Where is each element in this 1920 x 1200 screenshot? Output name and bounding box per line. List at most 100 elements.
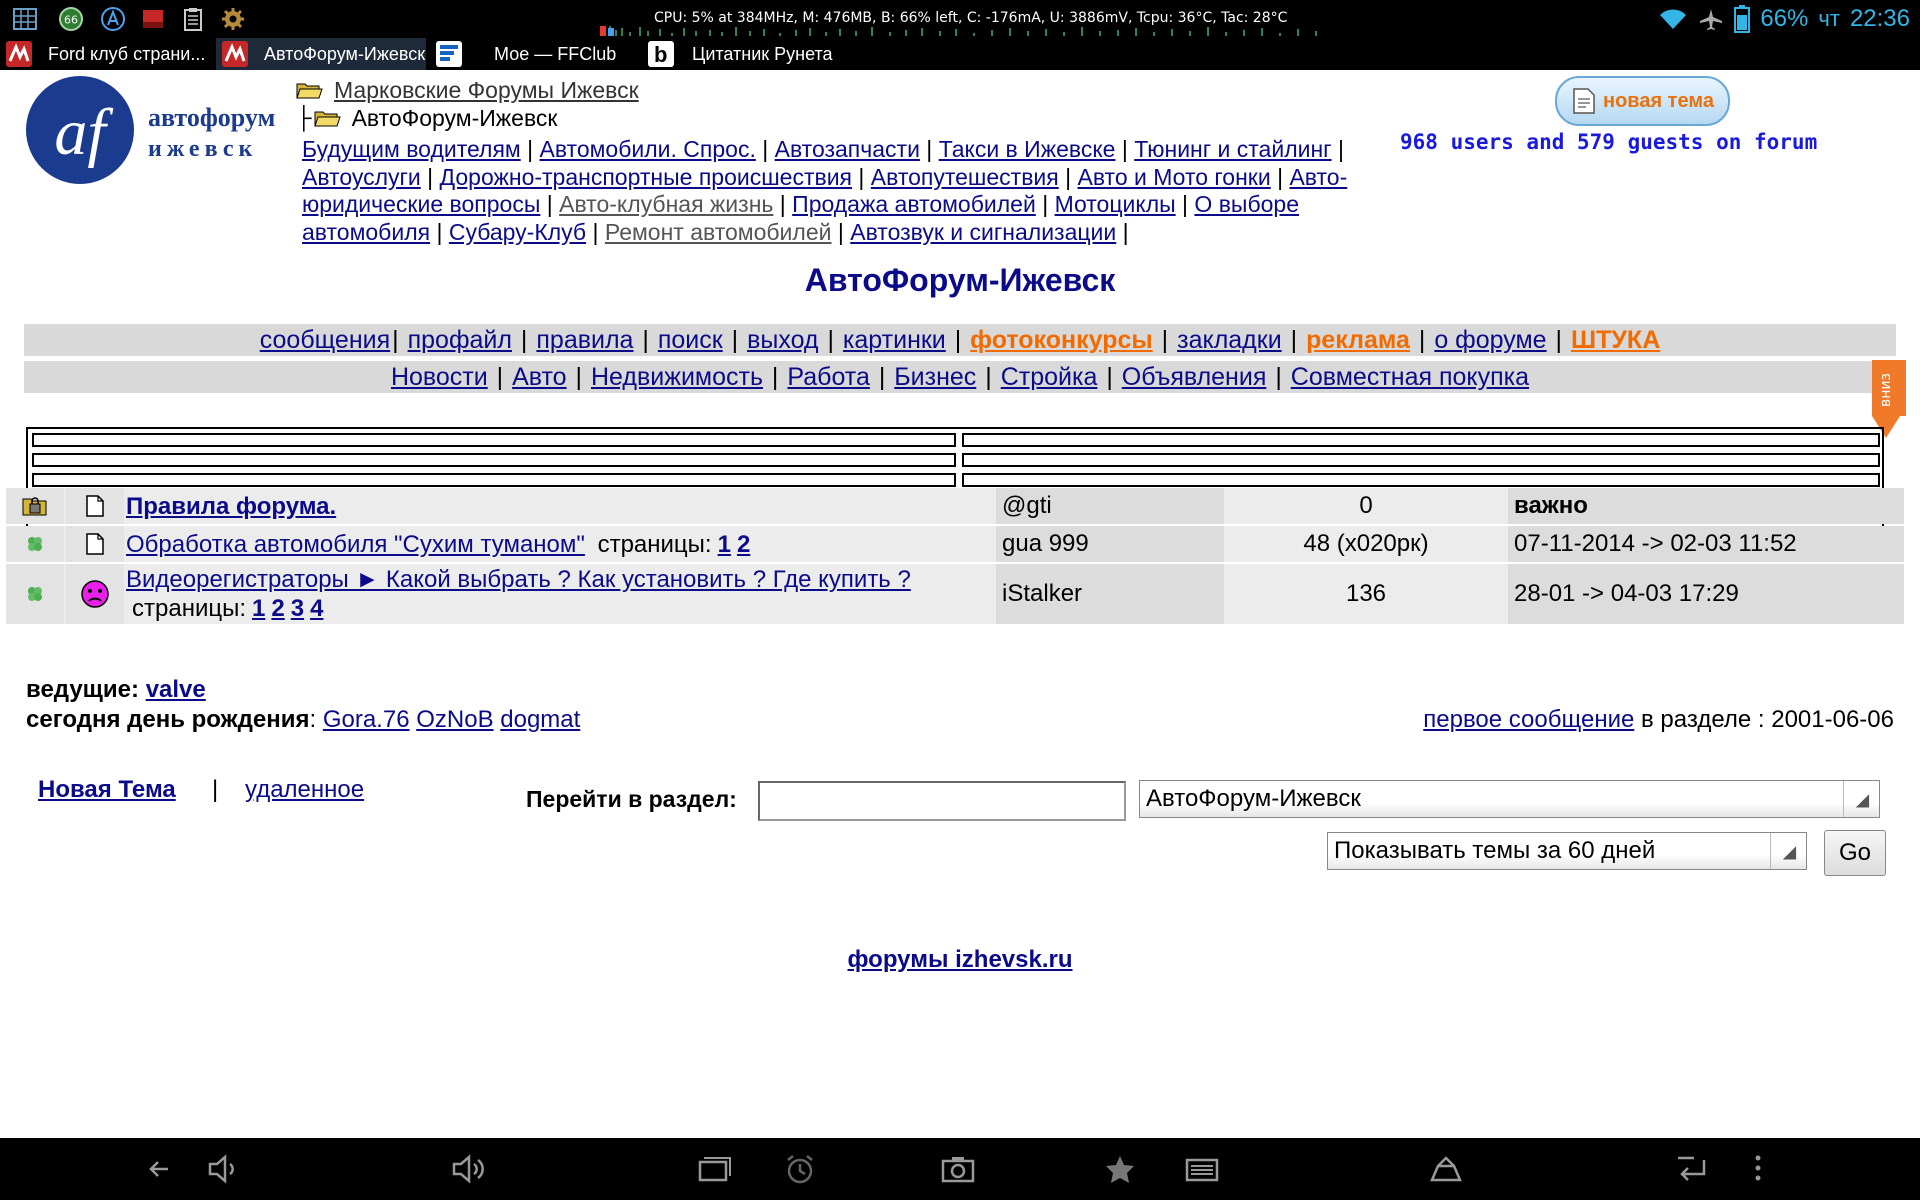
- section-link[interactable]: Автопутешествия: [871, 164, 1059, 190]
- nav-link-4[interactable]: выход: [747, 326, 818, 354]
- nav-link-5[interactable]: картинки: [843, 326, 946, 354]
- portal-link-5[interactable]: Стройка: [1001, 363, 1098, 391]
- portal-link-3[interactable]: Работа: [787, 363, 870, 391]
- gear-icon: [222, 8, 244, 30]
- section-link[interactable]: Автоуслуги: [302, 164, 421, 190]
- separator: |: [430, 218, 449, 245]
- section-select[interactable]: АвтоФорум-Ижевск: [1139, 780, 1880, 818]
- dropdown-arrow-icon: [1843, 781, 1870, 817]
- table-cell: [32, 473, 956, 487]
- topic-title-link[interactable]: Обработка автомобиля "Сухим туманом": [126, 531, 585, 558]
- tab-citatnik[interactable]: b Цитатник Рунета: [642, 38, 882, 70]
- clipboard-icon: [184, 8, 202, 31]
- avtoforum-favicon-icon: [222, 41, 248, 67]
- section-link[interactable]: Авто-клубная жизнь: [559, 191, 773, 217]
- return-icon[interactable]: [1674, 1152, 1710, 1186]
- home-screen-icon[interactable]: [1428, 1152, 1464, 1186]
- nav-link-2[interactable]: правила: [536, 326, 633, 354]
- new-topic-button-label: новая тема: [1603, 89, 1714, 112]
- section-link[interactable]: Ремонт автомобилей: [605, 219, 832, 245]
- topic-title-cell: Видеорегистраторы ► Какой выбрать ? Как …: [124, 564, 1002, 624]
- tab-avtoforum[interactable]: АвтоФорум-Ижевск...: [216, 38, 426, 70]
- topic-author: iStalker: [996, 564, 1224, 624]
- topic-title-link[interactable]: Правила форума.: [126, 493, 336, 520]
- site-logo[interactable]: af автофорум ижевск: [24, 74, 284, 186]
- page-link[interactable]: 1: [718, 531, 731, 558]
- volume-down-icon[interactable]: [206, 1152, 242, 1186]
- volume-up-icon[interactable]: [452, 1152, 488, 1186]
- separator: |: [1154, 326, 1176, 354]
- portal-link-6[interactable]: Объявления: [1122, 363, 1267, 391]
- birthday-user-link[interactable]: OzNoB: [416, 706, 493, 733]
- menu-lines-icon[interactable]: [1184, 1152, 1220, 1186]
- page-link[interactable]: 1: [252, 595, 265, 622]
- nav-link-6[interactable]: фотоконкурсы: [970, 326, 1153, 354]
- document-icon: [66, 526, 124, 562]
- deleted-topics-link[interactable]: удаленное: [245, 776, 364, 804]
- section-link[interactable]: Такси в Ижевске: [939, 136, 1116, 162]
- section-select-value: АвтоФорум-Ижевск: [1146, 785, 1361, 812]
- recent-apps-icon[interactable]: [696, 1152, 732, 1186]
- nav-link-0[interactable]: сообщения: [260, 326, 390, 354]
- days-filter-select[interactable]: Показывать темы за 60 дней: [1327, 832, 1807, 870]
- moderator-link[interactable]: valve: [146, 676, 206, 703]
- separator: |: [540, 191, 560, 217]
- alarm-icon[interactable]: [782, 1152, 818, 1186]
- moderators-label: ведущие:: [26, 676, 140, 703]
- go-button[interactable]: Go: [1824, 830, 1886, 876]
- page-link[interactable]: 4: [310, 595, 323, 622]
- goto-section-input[interactable]: [758, 781, 1126, 821]
- section-link[interactable]: Авто и Мото гонки: [1078, 164, 1271, 190]
- section-link[interactable]: Автозапчасти: [775, 136, 920, 162]
- birthday-user-link[interactable]: Gora.76: [323, 706, 410, 733]
- breadcrumb-parent-link[interactable]: Марковские Форумы Ижевск: [334, 77, 639, 104]
- topic-title-wrap: Обработка автомобиля "Сухим туманом" стр…: [126, 530, 750, 559]
- section-link[interactable]: Субару-Клуб: [449, 219, 586, 245]
- tab-ford-club[interactable]: Ford клуб страни...: [0, 38, 216, 70]
- section-link[interactable]: Тюнинг и стайлинг: [1134, 136, 1331, 162]
- tab-ffclub[interactable]: Мое — FFClub: [426, 38, 642, 70]
- section-link[interactable]: Будущим водителям: [302, 136, 521, 162]
- topic-title-link[interactable]: Видеорегистраторы ► Какой выбрать ? Как …: [126, 566, 911, 593]
- separator: |: [392, 326, 406, 354]
- section-link[interactable]: Автомобили. Спрос.: [540, 136, 756, 162]
- section-link[interactable]: Дорожно-транспортные происшествия: [440, 164, 852, 190]
- portal-link-1[interactable]: Авто: [512, 363, 566, 391]
- forums-izhevsk-link[interactable]: форумы izhevsk.ru: [847, 946, 1072, 973]
- new-topic-image-button[interactable]: новая тема: [1555, 76, 1730, 126]
- nav-link-1[interactable]: профайл: [408, 326, 512, 354]
- separator: |: [1175, 191, 1195, 217]
- nav-link-8[interactable]: реклама: [1306, 326, 1410, 354]
- page-link[interactable]: 2: [737, 531, 750, 558]
- page-link[interactable]: 3: [291, 595, 304, 622]
- separator: |: [1035, 191, 1055, 217]
- separator: |: [489, 363, 511, 391]
- section-link[interactable]: Мотоциклы: [1055, 191, 1176, 217]
- svg-text:b: b: [654, 42, 667, 67]
- separator: |: [1099, 363, 1120, 391]
- section-link[interactable]: Продажа автомобилей: [792, 191, 1036, 217]
- nav-link-7[interactable]: закладки: [1177, 326, 1282, 354]
- section-link[interactable]: Автозвук и сигнализации: [850, 219, 1116, 245]
- more-dots-icon[interactable]: [1740, 1152, 1776, 1186]
- grid-icon: [13, 8, 37, 30]
- nav-link-3[interactable]: поиск: [658, 326, 723, 354]
- nav-link-9[interactable]: о форуме: [1434, 326, 1546, 354]
- camera-icon[interactable]: [940, 1152, 976, 1186]
- portal-link-4[interactable]: Бизнес: [894, 363, 976, 391]
- back-icon[interactable]: [142, 1152, 178, 1186]
- portal-link-7[interactable]: Совместная покупка: [1291, 363, 1529, 391]
- portal-link-2[interactable]: Недвижимость: [591, 363, 763, 391]
- separator: |: [586, 218, 605, 245]
- first-post-link[interactable]: первое сообщение: [1423, 706, 1634, 733]
- star-icon[interactable]: [1102, 1152, 1138, 1186]
- birthday-user-link[interactable]: dogmat: [500, 706, 580, 733]
- topic-title-cell: Правила форума.: [124, 488, 1002, 524]
- topic-row: Правила форума. @gti 0 важно: [6, 488, 1904, 524]
- portal-link-0[interactable]: Новости: [391, 363, 488, 391]
- logo-mark: af: [54, 96, 113, 169]
- nav-link-10[interactable]: ШТУКА: [1571, 326, 1660, 354]
- page-link[interactable]: 2: [271, 595, 284, 622]
- first-post-info: первое сообщение в разделе : 2001-06-06: [1423, 705, 1894, 735]
- new-topic-link[interactable]: Новая Тема: [38, 776, 176, 804]
